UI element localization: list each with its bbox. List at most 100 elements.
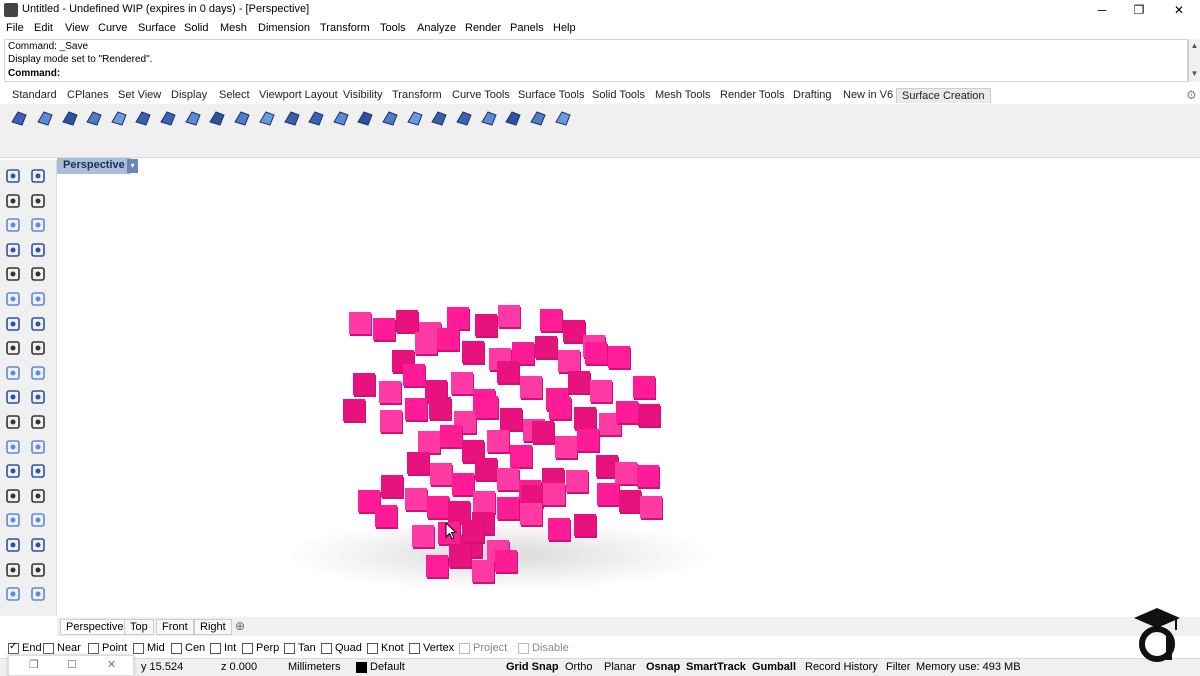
edge-srf-icon[interactable] xyxy=(133,108,153,128)
add-view-tab-icon[interactable]: ⊕ xyxy=(235,619,245,633)
pink-cube[interactable] xyxy=(585,342,607,364)
minimize-button[interactable]: ─ xyxy=(1082,0,1122,20)
box-icon[interactable] xyxy=(257,108,277,128)
pink-cube[interactable] xyxy=(403,364,425,386)
pink-cube[interactable] xyxy=(555,436,577,458)
checkbox[interactable] xyxy=(409,642,420,654)
pink-cube[interactable] xyxy=(487,430,509,452)
sweep-icon[interactable] xyxy=(84,108,104,128)
pink-cube[interactable] xyxy=(375,505,397,527)
ortho-toggle[interactable]: Ortho xyxy=(565,661,593,673)
trim-icon[interactable] xyxy=(3,387,23,407)
pink-cube[interactable] xyxy=(412,525,434,547)
menu-tools[interactable]: Tools xyxy=(380,22,406,34)
view-tab-perspective[interactable]: Perspective xyxy=(60,619,130,635)
grid-icon[interactable] xyxy=(553,108,573,128)
mesh-icon[interactable] xyxy=(28,338,48,358)
command-scrollbar[interactable]: ▲ ▼ xyxy=(1188,39,1200,82)
pink-cube[interactable] xyxy=(540,309,562,331)
pink-cube[interactable] xyxy=(498,305,520,327)
pink-cube[interactable] xyxy=(381,475,403,497)
view-tab-top[interactable]: Top xyxy=(124,619,154,635)
tab-standard[interactable]: Standard xyxy=(7,88,62,103)
menu-transform[interactable]: Transform xyxy=(320,22,370,34)
pink-cube[interactable] xyxy=(497,497,519,519)
pink-cube[interactable] xyxy=(349,312,371,334)
maximize-icon[interactable]: ☐ xyxy=(67,658,77,671)
command-area[interactable]: Command: _Save Display mode set to "Rend… xyxy=(4,39,1188,82)
pink-cube[interactable] xyxy=(405,488,427,510)
pink-cube[interactable] xyxy=(616,401,638,423)
pink-cube[interactable] xyxy=(451,372,473,394)
restore-icon[interactable]: ❐ xyxy=(29,658,39,671)
pink-cube[interactable] xyxy=(500,408,522,430)
split-icon[interactable] xyxy=(28,387,48,407)
dome-icon[interactable] xyxy=(331,108,351,128)
menu-curve[interactable]: Curve xyxy=(98,22,127,34)
pink-cube[interactable] xyxy=(574,407,596,429)
analyze-icon[interactable] xyxy=(3,560,23,580)
array-icon[interactable] xyxy=(28,412,48,432)
tab-new-in-v6[interactable]: New in V6 xyxy=(838,88,898,103)
osnap-tan[interactable]: Tan xyxy=(284,642,316,654)
checkbox[interactable] xyxy=(88,642,99,654)
pink-cube[interactable] xyxy=(563,320,585,342)
text-icon[interactable] xyxy=(3,461,23,481)
pink-cube[interactable] xyxy=(619,490,641,512)
layer-color-swatch[interactable] xyxy=(356,662,367,673)
surface-from-points-icon[interactable] xyxy=(9,108,29,128)
pink-cube[interactable] xyxy=(615,462,637,484)
cube-icon[interactable] xyxy=(3,510,23,530)
pink-cube[interactable] xyxy=(429,397,451,419)
pink-cube[interactable] xyxy=(568,371,590,393)
menu-surface[interactable]: Surface xyxy=(138,22,176,34)
current-layer[interactable]: Default xyxy=(370,661,405,673)
circle-icon[interactable] xyxy=(3,215,23,235)
pink-cube[interactable] xyxy=(462,520,484,542)
pink-cube[interactable] xyxy=(449,545,471,567)
osnap-vertex[interactable]: Vertex xyxy=(409,642,454,654)
pink-cube[interactable] xyxy=(566,470,588,492)
checkbox[interactable] xyxy=(171,642,182,654)
rectangle-icon[interactable] xyxy=(28,240,48,260)
planar-toggle[interactable]: Planar xyxy=(604,661,636,673)
pink-cube[interactable] xyxy=(473,491,495,513)
pink-cube[interactable] xyxy=(520,503,542,525)
pink-cube[interactable] xyxy=(418,431,440,453)
rotate-icon[interactable] xyxy=(3,437,23,457)
osnap-mid[interactable]: Mid xyxy=(133,642,165,654)
revolve-icon[interactable] xyxy=(479,108,499,128)
render-icon[interactable] xyxy=(28,584,48,604)
plane-icon[interactable] xyxy=(158,108,178,128)
pink-cube[interactable] xyxy=(520,376,542,398)
tab-render-tools[interactable]: Render Tools xyxy=(715,88,790,103)
menu-help[interactable]: Help xyxy=(553,22,576,34)
viewport-menu-arrow-icon[interactable]: ▾ xyxy=(127,159,138,173)
heightfield-icon[interactable] xyxy=(503,108,523,128)
close-icon[interactable]: ✕ xyxy=(107,658,116,671)
osnap-perp[interactable]: Perp xyxy=(242,642,279,654)
sweep1-icon[interactable] xyxy=(429,108,449,128)
checkbox[interactable] xyxy=(8,641,19,654)
menu-edit[interactable]: Edit xyxy=(34,22,53,34)
checkbox[interactable] xyxy=(242,642,253,654)
sphere-icon[interactable] xyxy=(35,108,55,128)
pink-cube[interactable] xyxy=(495,550,517,572)
pink-cube[interactable] xyxy=(472,560,494,582)
pink-cube[interactable] xyxy=(452,473,474,495)
pink-cube[interactable] xyxy=(558,350,580,372)
pink-cube[interactable] xyxy=(343,399,365,421)
smarttrack-toggle[interactable]: SmartTrack xyxy=(686,661,746,673)
pink-cube[interactable] xyxy=(535,336,557,358)
view-tab-right[interactable]: Right xyxy=(194,619,232,635)
check-icon[interactable] xyxy=(28,560,48,580)
patch-icon[interactable] xyxy=(207,108,227,128)
pink-cube[interactable] xyxy=(597,483,619,505)
point-icon[interactable] xyxy=(28,166,48,186)
command-prompt[interactable]: Command: xyxy=(8,68,60,79)
pink-cube[interactable] xyxy=(462,341,484,363)
checkbox[interactable] xyxy=(284,642,295,654)
pink-cube[interactable] xyxy=(407,452,429,474)
block-icon[interactable] xyxy=(3,486,23,506)
fillet-icon[interactable] xyxy=(28,264,48,284)
